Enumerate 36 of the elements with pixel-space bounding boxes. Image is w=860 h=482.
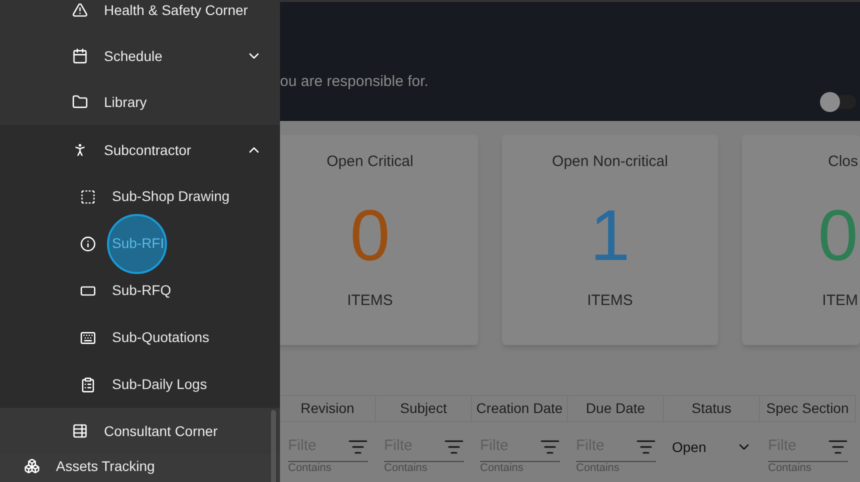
sidebar-item[interactable]: Subcontractor bbox=[104, 140, 246, 160]
status-select[interactable]: Open bbox=[672, 432, 752, 462]
card-caption: ITEMS bbox=[587, 290, 633, 310]
calendar-icon bbox=[72, 48, 88, 64]
card-value: 1 bbox=[590, 200, 630, 272]
toggle-switch[interactable] bbox=[820, 95, 856, 109]
sidebar-item[interactable]: Sub-Shop Drawing bbox=[112, 186, 230, 207]
card-caption: ITEMS bbox=[347, 290, 393, 310]
list-icon bbox=[72, 423, 88, 439]
header-subtitle: ou are responsible for. bbox=[280, 72, 428, 92]
card-value: 0 bbox=[818, 200, 858, 272]
card-value: 0 bbox=[350, 200, 390, 272]
keyboard-icon bbox=[80, 330, 96, 346]
column-header[interactable]: Subject bbox=[376, 395, 472, 422]
column-header[interactable]: Status bbox=[664, 395, 760, 422]
sidebar-item[interactable]: Library bbox=[104, 92, 262, 112]
sidebar-item[interactable]: Health & Safety Corner bbox=[104, 0, 262, 20]
warning-icon bbox=[72, 2, 88, 18]
column-header[interactable]: Due Date bbox=[568, 395, 664, 422]
column-header[interactable]: Creation Date bbox=[472, 395, 568, 422]
card-title: Clos bbox=[828, 152, 858, 172]
scrollbar-thumb[interactable] bbox=[271, 410, 276, 482]
sidebar-item[interactable]: Sub-Daily Logs bbox=[112, 374, 207, 395]
sidebar-item[interactable]: Sub-RFQ bbox=[112, 280, 172, 301]
folder-icon bbox=[72, 94, 88, 110]
card-title: Open Critical bbox=[326, 152, 414, 172]
card-caption: ITEM bbox=[822, 290, 858, 310]
column-header[interactable]: Spec Section bbox=[760, 395, 856, 422]
boxes-icon bbox=[24, 458, 40, 474]
sidebar-item[interactable]: Sub-Quotations bbox=[112, 327, 210, 348]
dashed-frame-icon bbox=[80, 188, 96, 204]
clipboard-icon bbox=[80, 376, 96, 392]
info-icon bbox=[80, 236, 96, 252]
card-title: Open Non-critical bbox=[552, 152, 668, 172]
column-header[interactable]: Revision bbox=[280, 395, 376, 422]
sidebar-item[interactable]: Schedule bbox=[104, 46, 246, 66]
